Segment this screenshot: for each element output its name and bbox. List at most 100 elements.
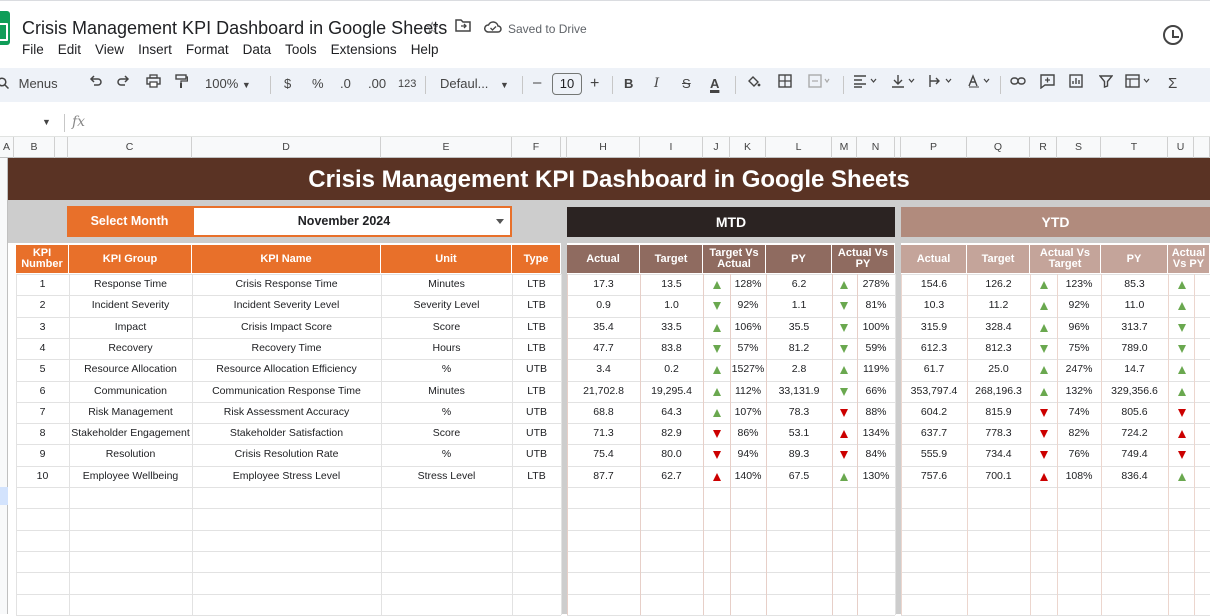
strikethrough-button[interactable]: S: [682, 74, 691, 94]
ytd-target-cell[interactable]: 734.4: [967, 444, 1030, 465]
mtd-actual-vs-py-cell[interactable]: 81%: [857, 295, 895, 316]
ytd-actual-vs-target-cell[interactable]: 96%: [1057, 317, 1101, 338]
ytd-actual-cell[interactable]: 555.9: [901, 444, 967, 465]
mtd-py-cell[interactable]: 78.3: [766, 402, 832, 423]
kpi-group-cell[interactable]: Recovery: [69, 338, 192, 359]
kpi-name-cell[interactable]: Crisis Impact Score: [192, 317, 381, 338]
kpi-group-cell[interactable]: Incident Severity: [69, 295, 192, 316]
ytd-target-cell[interactable]: 328.4: [967, 317, 1030, 338]
ytd-actual-vs-target-cell[interactable]: 82%: [1057, 423, 1101, 444]
mtd-py-cell[interactable]: 35.5: [766, 317, 832, 338]
insert-link-icon[interactable]: [1010, 74, 1026, 94]
kpi-group-cell[interactable]: Stakeholder Engagement: [69, 423, 192, 444]
increase-decimal-button[interactable]: .00: [368, 74, 386, 94]
ytd-py-cell[interactable]: 313.7: [1101, 317, 1168, 338]
menu-data[interactable]: Data: [243, 42, 272, 57]
kpi-name-cell[interactable]: Crisis Resolution Rate: [192, 444, 381, 465]
mtd-py-cell[interactable]: 33,131.9: [766, 381, 832, 402]
column-header-cell[interactable]: J: [703, 137, 730, 158]
kpi-number-cell[interactable]: 10: [16, 466, 69, 487]
kpi-unit-cell[interactable]: Hours: [381, 338, 512, 359]
mtd-target-vs-actual-cell[interactable]: 128%: [730, 274, 766, 295]
ytd-actual-cell[interactable]: 315.9: [901, 317, 967, 338]
column-header-cell[interactable]: K: [730, 137, 766, 158]
kpi-group-cell[interactable]: Communication: [69, 381, 192, 402]
mtd-actual-cell[interactable]: 21,702.8: [567, 381, 640, 402]
kpi-number-cell[interactable]: 9: [16, 444, 69, 465]
mtd-target-vs-actual-cell[interactable]: 86%: [730, 423, 766, 444]
ytd-actual-vs-target-cell[interactable]: 132%: [1057, 381, 1101, 402]
ytd-actual-cell[interactable]: 353,797.4: [901, 381, 967, 402]
filter-views-icon[interactable]: [1125, 74, 1153, 94]
kpi-type-cell[interactable]: LTB: [512, 317, 561, 338]
column-header-cell[interactable]: M: [832, 137, 857, 158]
kpi-name-cell[interactable]: Employee Stress Level: [192, 466, 381, 487]
kpi-group-cell[interactable]: Risk Management: [69, 402, 192, 423]
insert-chart-icon[interactable]: [1069, 74, 1083, 94]
mtd-actual-cell[interactable]: 87.7: [567, 466, 640, 487]
ytd-py-cell[interactable]: 836.4: [1101, 466, 1168, 487]
print-icon[interactable]: [146, 74, 161, 94]
ytd-actual-cell[interactable]: 154.6: [901, 274, 967, 295]
ytd-actual-cell[interactable]: 612.3: [901, 338, 967, 359]
mtd-actual-vs-py-cell[interactable]: 88%: [857, 402, 895, 423]
ytd-py-cell[interactable]: 11.0: [1101, 295, 1168, 316]
column-header-cell[interactable]: Q: [967, 137, 1030, 158]
menu-file[interactable]: File: [22, 42, 44, 57]
ytd-actual-cell[interactable]: 757.6: [901, 466, 967, 487]
cloud-saved-icon[interactable]: [484, 20, 502, 38]
increase-font-size-button[interactable]: +: [590, 74, 599, 93]
mtd-target-vs-actual-cell[interactable]: 112%: [730, 381, 766, 402]
kpi-type-cell[interactable]: UTB: [512, 423, 561, 444]
insert-comment-icon[interactable]: [1040, 74, 1055, 95]
bold-button[interactable]: B: [624, 74, 633, 94]
menu-edit[interactable]: Edit: [58, 42, 81, 57]
kpi-unit-cell[interactable]: Minutes: [381, 381, 512, 402]
kpi-name-cell[interactable]: Risk Assessment Accuracy: [192, 402, 381, 423]
kpi-unit-cell[interactable]: Stress Level: [381, 466, 512, 487]
kpi-type-cell[interactable]: LTB: [512, 295, 561, 316]
ytd-target-cell[interactable]: 812.3: [967, 338, 1030, 359]
menu-view[interactable]: View: [95, 42, 124, 57]
column-header-cell[interactable]: F: [512, 137, 561, 158]
menu-insert[interactable]: Insert: [138, 42, 172, 57]
move-folder-icon[interactable]: [455, 18, 471, 37]
mtd-target-cell[interactable]: 1.0: [640, 295, 703, 316]
column-header-cell[interactable]: [55, 137, 68, 158]
kpi-name-cell[interactable]: Resource Allocation Efficiency: [192, 359, 381, 380]
filter-icon[interactable]: [1098, 74, 1114, 94]
mtd-target-vs-actual-cell[interactable]: 57%: [730, 338, 766, 359]
mtd-actual-cell[interactable]: 75.4: [567, 444, 640, 465]
mtd-actual-cell[interactable]: 68.8: [567, 402, 640, 423]
kpi-type-cell[interactable]: LTB: [512, 338, 561, 359]
horizontal-align-icon[interactable]: [853, 74, 879, 94]
kpi-number-cell[interactable]: 3: [16, 317, 69, 338]
kpi-group-cell[interactable]: Resource Allocation: [69, 359, 192, 380]
kpi-type-cell[interactable]: UTB: [512, 402, 561, 423]
kpi-type-cell[interactable]: LTB: [512, 466, 561, 487]
ytd-actual-cell[interactable]: 637.7: [901, 423, 967, 444]
ytd-py-cell[interactable]: 329,356.6: [1101, 381, 1168, 402]
kpi-name-cell[interactable]: Stakeholder Satisfaction: [192, 423, 381, 444]
mtd-target-cell[interactable]: 19,295.4: [640, 381, 703, 402]
ytd-py-cell[interactable]: 85.3: [1101, 274, 1168, 295]
borders-icon[interactable]: [778, 74, 792, 94]
kpi-number-cell[interactable]: 5: [16, 359, 69, 380]
undo-icon[interactable]: [88, 74, 102, 94]
mtd-target-vs-actual-cell[interactable]: 107%: [730, 402, 766, 423]
ytd-target-cell[interactable]: 268,196.3: [967, 381, 1030, 402]
kpi-unit-cell[interactable]: %: [381, 402, 512, 423]
font-select[interactable]: Defaul... ▼: [440, 74, 509, 95]
ytd-actual-vs-target-cell[interactable]: 75%: [1057, 338, 1101, 359]
kpi-type-cell[interactable]: LTB: [512, 381, 561, 402]
mtd-actual-vs-py-cell[interactable]: 278%: [857, 274, 895, 295]
mtd-py-cell[interactable]: 81.2: [766, 338, 832, 359]
mtd-target-cell[interactable]: 82.9: [640, 423, 703, 444]
ytd-target-cell[interactable]: 815.9: [967, 402, 1030, 423]
name-box-dropdown-icon[interactable]: ▼: [42, 117, 51, 127]
column-header-cell[interactable]: E: [381, 137, 512, 158]
text-wrapping-icon[interactable]: [928, 74, 954, 94]
kpi-number-cell[interactable]: 7: [16, 402, 69, 423]
kpi-name-cell[interactable]: Crisis Response Time: [192, 274, 381, 295]
mtd-actual-cell[interactable]: 17.3: [567, 274, 640, 295]
